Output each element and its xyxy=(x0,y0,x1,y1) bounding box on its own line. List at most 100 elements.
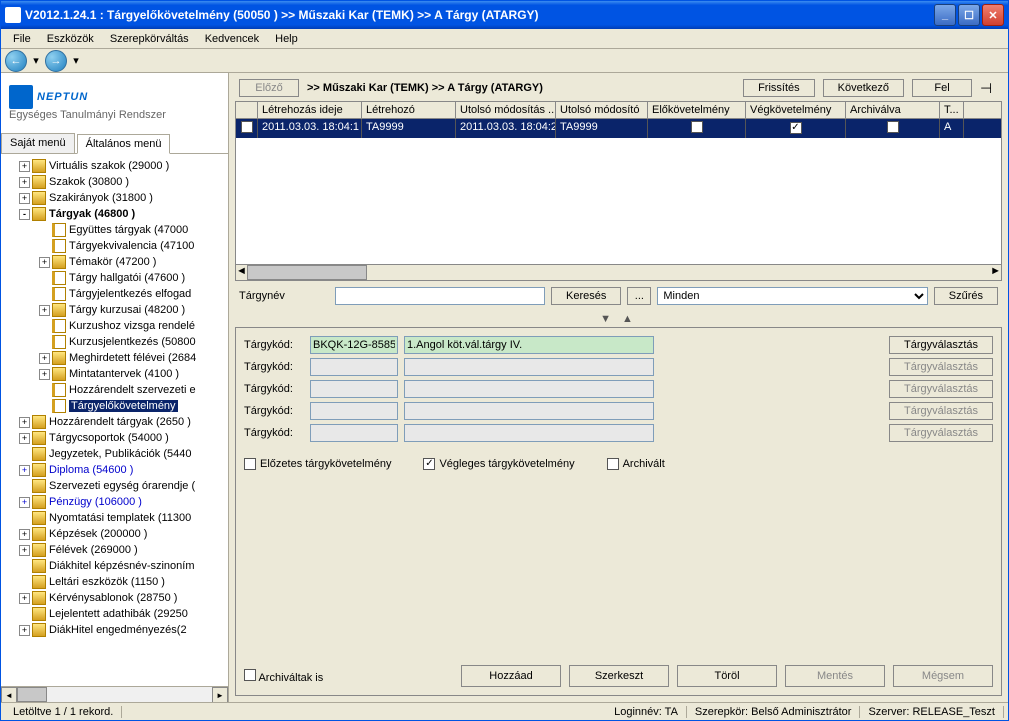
tab-general-menu[interactable]: Általános menü xyxy=(77,134,171,154)
nav-forward-button[interactable]: → xyxy=(45,50,67,72)
tab-own-menu[interactable]: Saját menü xyxy=(1,133,75,153)
save-button[interactable]: Mentés xyxy=(785,665,885,687)
tree-view[interactable]: +Virtuális szakok (29000 )+Szakok (30800… xyxy=(1,154,228,686)
grid-header-extra[interactable]: T... xyxy=(940,102,964,118)
tree-item[interactable]: Lejelentett adathibák (29250 xyxy=(1,606,228,622)
expand-icon[interactable]: + xyxy=(39,257,50,268)
tree-item[interactable]: Jegyzetek, Publikációk (5440 xyxy=(1,446,228,462)
tree-item[interactable]: +Képzések (200000 ) xyxy=(1,526,228,542)
name-input-2[interactable] xyxy=(404,358,654,376)
grid-header-prereq[interactable]: Előkövetelmény xyxy=(648,102,746,118)
up-button[interactable]: Fel xyxy=(912,79,972,97)
expand-icon[interactable]: + xyxy=(19,177,30,188)
filter-button[interactable]: Szűrés xyxy=(934,287,998,305)
grid-header-modified[interactable]: Utolsó módosítás ... xyxy=(456,102,556,118)
menu-tools[interactable]: Eszközök xyxy=(39,31,102,47)
tree-item[interactable]: Tárgy hallgatói (47600 ) xyxy=(1,270,228,286)
scroll-right-icon[interactable]: ► xyxy=(990,265,1001,280)
minimize-button[interactable]: _ xyxy=(934,4,956,26)
pick-button-3[interactable]: Tárgyválasztás xyxy=(889,380,993,398)
nav-forward-dropdown[interactable]: ▾ xyxy=(69,50,83,72)
archived-checkbox[interactable]: Archivált xyxy=(607,458,665,470)
refresh-button[interactable]: Frissítés xyxy=(743,79,815,97)
tree-item[interactable]: +Szakok (30800 ) xyxy=(1,174,228,190)
tree-item[interactable]: +Félévek (269000 ) xyxy=(1,542,228,558)
pick-button-1[interactable]: Tárgyválasztás xyxy=(889,336,993,354)
pick-button-2[interactable]: Tárgyválasztás xyxy=(889,358,993,376)
name-input-3[interactable] xyxy=(404,380,654,398)
expand-icon[interactable]: + xyxy=(19,433,30,444)
tree-item[interactable]: Hozzárendelt szervezeti e xyxy=(1,382,228,398)
expand-icon[interactable]: + xyxy=(19,193,30,204)
tree-item[interactable]: +Tárgycsoportok (54000 ) xyxy=(1,430,228,446)
tree-item[interactable]: +Virtuális szakok (29000 ) xyxy=(1,158,228,174)
divider-icon[interactable]: ▼ ▲ xyxy=(231,311,1006,327)
grid-header-archived[interactable]: Archiválva xyxy=(846,102,940,118)
tree-item[interactable]: Szervezeti egység órarendje ( xyxy=(1,478,228,494)
grid-header-creator[interactable]: Létrehozó xyxy=(362,102,456,118)
menu-file[interactable]: File xyxy=(5,31,39,47)
grid-header-checkbox[interactable] xyxy=(236,102,258,118)
expand-icon[interactable]: + xyxy=(39,305,50,316)
tree-item[interactable]: Együttes tárgyak (47000 xyxy=(1,222,228,238)
tree-item[interactable]: +Diploma (54600 ) xyxy=(1,462,228,478)
name-input-5[interactable] xyxy=(404,424,654,442)
pin-icon[interactable]: ⊣ xyxy=(980,80,998,97)
grid-header-modifier[interactable]: Utolsó módosító xyxy=(556,102,648,118)
pre-req-checkbox[interactable]: Előzetes tárgykövetelmény xyxy=(244,458,391,470)
final-req-checkbox[interactable]: Végleges tárgykövetelmény xyxy=(423,458,574,470)
scroll-left-icon[interactable]: ◄ xyxy=(1,687,17,702)
search-filter-select[interactable]: Minden xyxy=(657,287,927,305)
tree-item[interactable]: +Mintatantervek (4100 ) xyxy=(1,366,228,382)
tree-item[interactable]: +Kérvénysablonok (28750 ) xyxy=(1,590,228,606)
tree-item[interactable]: +DiákHitel engedményezés(2 xyxy=(1,622,228,638)
code-input-5[interactable] xyxy=(310,424,398,442)
collapse-icon[interactable]: - xyxy=(19,209,30,220)
grid-row[interactable]: 2011.03.03. 18:04:1 TA9999 2011.03.03. 1… xyxy=(236,119,1001,138)
tree-item[interactable]: Diákhitel képzésnév-szinoním xyxy=(1,558,228,574)
grid-header-finalreq[interactable]: Végkövetelmény xyxy=(746,102,846,118)
grid-header-created[interactable]: Létrehozás ideje xyxy=(258,102,362,118)
maximize-button[interactable]: ☐ xyxy=(958,4,980,26)
tree-item[interactable]: +Szakirányok (31800 ) xyxy=(1,190,228,206)
menu-role[interactable]: Szerepkörváltás xyxy=(102,31,197,47)
search-ellipsis-button[interactable]: ... xyxy=(627,287,651,305)
cancel-button[interactable]: Mégsem xyxy=(893,665,993,687)
expand-icon[interactable]: + xyxy=(19,465,30,476)
tree-item[interactable]: +Témakör (47200 ) xyxy=(1,254,228,270)
menu-help[interactable]: Help xyxy=(267,31,306,47)
expand-icon[interactable]: + xyxy=(19,593,30,604)
pick-button-4[interactable]: Tárgyválasztás xyxy=(889,402,993,420)
tree-item[interactable]: Tárgyjelentkezés elfogad xyxy=(1,286,228,302)
grid-hscroll[interactable]: ◄ ► xyxy=(236,264,1001,280)
code-input-4[interactable] xyxy=(310,402,398,420)
tree-item[interactable]: Kurzusjelentkezés (50800 xyxy=(1,334,228,350)
expand-icon[interactable]: + xyxy=(19,545,30,556)
tree-item[interactable]: +Pénzügy (106000 ) xyxy=(1,494,228,510)
tree-item[interactable]: +Hozzárendelt tárgyak (2650 ) xyxy=(1,414,228,430)
next-button[interactable]: Következő xyxy=(823,79,904,97)
tree-item[interactable]: Nyomtatási templatek (11300 xyxy=(1,510,228,526)
edit-button[interactable]: Szerkeszt xyxy=(569,665,669,687)
search-input[interactable] xyxy=(335,287,545,305)
tree-item[interactable]: Leltári eszközök (1150 ) xyxy=(1,574,228,590)
code-input-2[interactable] xyxy=(310,358,398,376)
tree-item[interactable]: +Meghirdetett félévei (2684 xyxy=(1,350,228,366)
nav-back-dropdown[interactable]: ▾ xyxy=(29,50,43,72)
code-input-1[interactable] xyxy=(310,336,398,354)
delete-button[interactable]: Töröl xyxy=(677,665,777,687)
name-input-4[interactable] xyxy=(404,402,654,420)
expand-icon[interactable]: + xyxy=(19,161,30,172)
scroll-right-icon[interactable]: ► xyxy=(212,687,228,702)
search-button[interactable]: Keresés xyxy=(551,287,621,305)
close-button[interactable]: ✕ xyxy=(982,4,1004,26)
data-grid[interactable]: Létrehozás ideje Létrehozó Utolsó módosí… xyxy=(235,101,1002,281)
name-input-1[interactable] xyxy=(404,336,654,354)
expand-icon[interactable]: + xyxy=(19,529,30,540)
tree-item[interactable]: Tárgyekvivalencia (47100 xyxy=(1,238,228,254)
code-input-3[interactable] xyxy=(310,380,398,398)
tree-item[interactable]: Kurzushoz vizsga rendelé xyxy=(1,318,228,334)
prev-button[interactable]: Előző xyxy=(239,79,299,97)
scroll-left-icon[interactable]: ◄ xyxy=(236,265,247,280)
tree-item[interactable]: -Tárgyak (46800 ) xyxy=(1,206,228,222)
